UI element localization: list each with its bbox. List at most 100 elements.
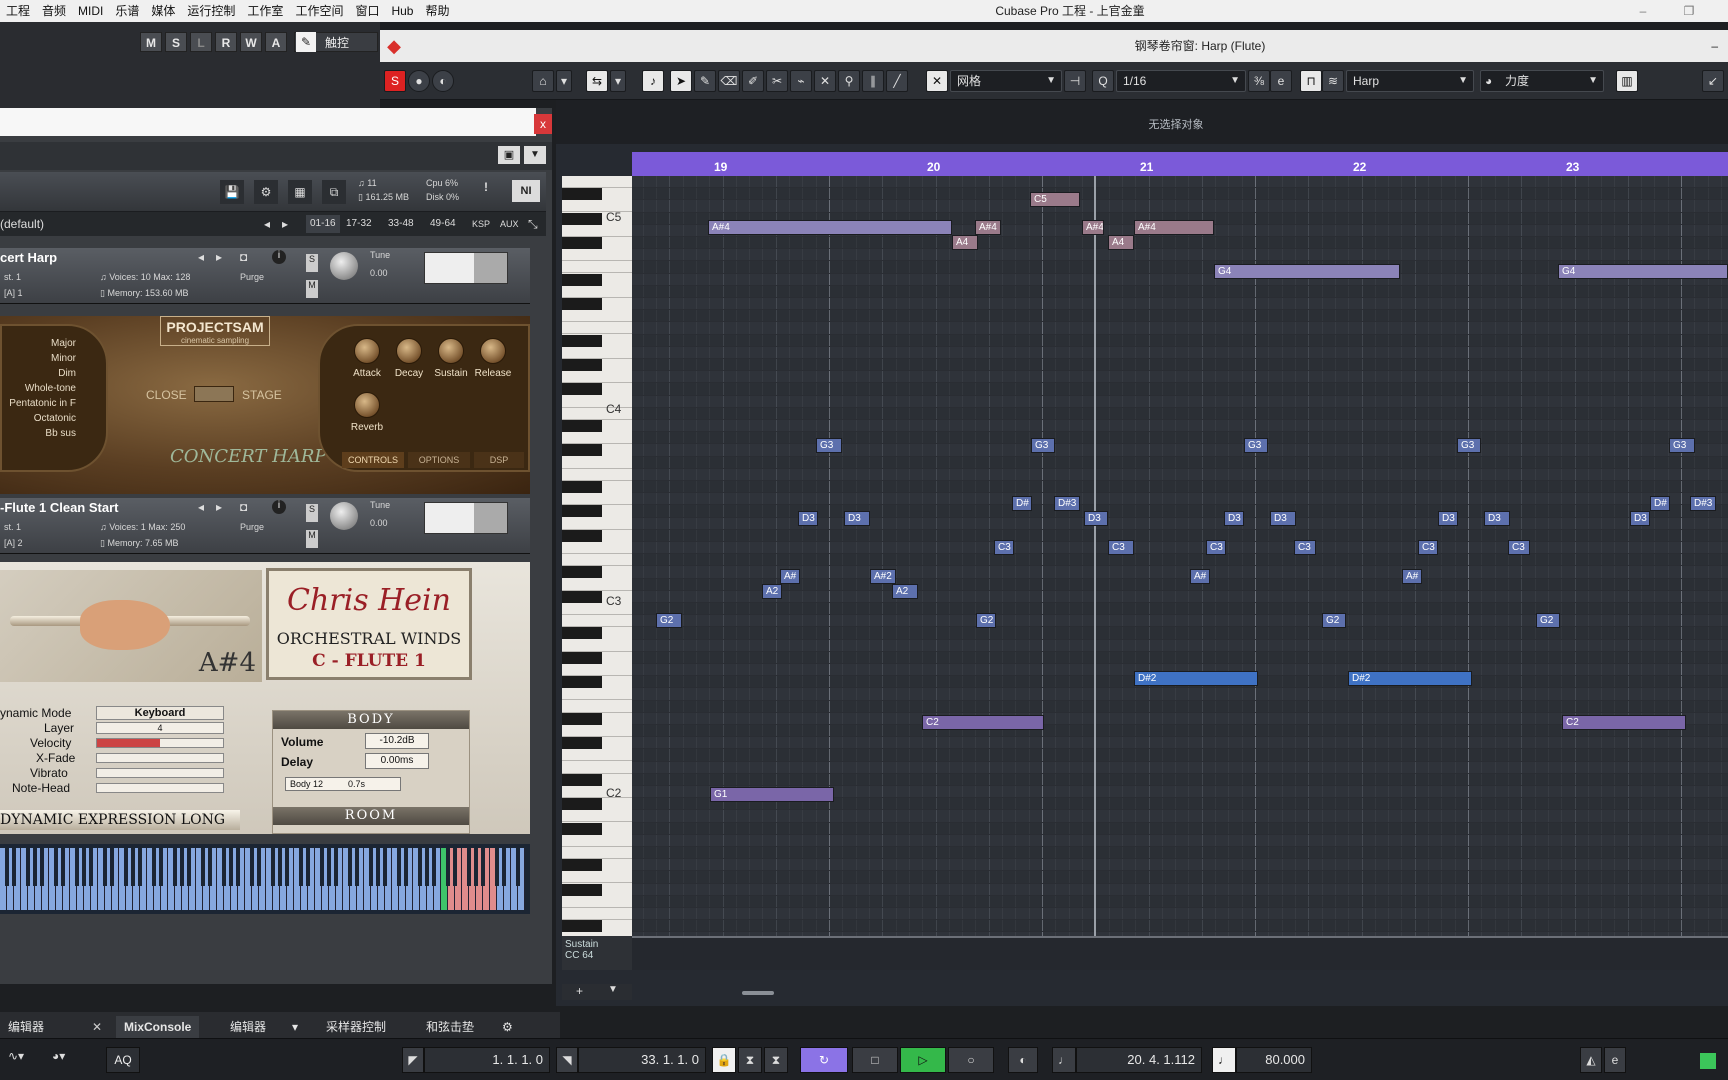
piano-key[interactable] <box>562 920 602 933</box>
tab-sampler-control[interactable]: 采样器控制 <box>318 1016 394 1038</box>
scale-octatonic[interactable]: Octatonic <box>34 413 76 424</box>
kontakt-black-key[interactable] <box>473 848 478 886</box>
kontakt-black-key[interactable] <box>102 848 107 886</box>
velocity-slider[interactable] <box>96 738 224 748</box>
piano-key[interactable] <box>562 286 632 298</box>
kontakt-black-key[interactable] <box>235 848 240 886</box>
piano-key[interactable] <box>562 627 602 640</box>
kontakt-black-key[interactable] <box>501 848 506 886</box>
midi-note[interactable]: A# <box>1402 569 1422 584</box>
drumstick-tool-icon[interactable]: ╱ <box>886 70 908 92</box>
midi-note[interactable]: A# <box>1190 569 1210 584</box>
midi-note[interactable]: G2 <box>976 613 996 628</box>
x-fade-slider[interactable] <box>96 753 224 763</box>
piano-key[interactable] <box>562 725 632 737</box>
keyboard-icon[interactable]: ▥ <box>1616 70 1638 92</box>
midi-note[interactable]: C3 <box>1206 540 1226 555</box>
delay-field[interactable]: 0.00ms <box>365 753 429 769</box>
piano-key[interactable] <box>562 396 632 408</box>
purge-select[interactable]: Purge <box>240 522 264 532</box>
midi-note[interactable]: A#4 <box>708 220 952 235</box>
kontakt-black-key[interactable] <box>179 848 184 886</box>
prev-icon[interactable]: ◂ <box>198 250 204 264</box>
scale-dim[interactable]: Dim <box>58 368 76 379</box>
menu-studio[interactable]: 工作室 <box>241 0 289 22</box>
piano-key[interactable] <box>562 493 632 506</box>
punch-out-icon[interactable]: ⧗ <box>764 1047 788 1073</box>
midi-note[interactable]: A2 <box>762 584 782 599</box>
output-select[interactable]: st. 1 <box>4 272 21 282</box>
menu-project[interactable]: 工程 <box>0 0 36 22</box>
piano-key[interactable] <box>562 529 602 542</box>
piano-key[interactable] <box>562 542 632 554</box>
midi-note[interactable]: C3 <box>1108 540 1134 555</box>
midi-note[interactable]: D3 <box>1630 511 1650 526</box>
menu-transport[interactable]: 运行控制 <box>181 0 241 22</box>
close-icon[interactable]: ✕ <box>84 1016 110 1038</box>
auto-quantize-button[interactable]: AQ <box>106 1047 140 1073</box>
kontakt-black-key[interactable] <box>305 848 310 886</box>
piano-key[interactable] <box>562 518 632 530</box>
palette-icon[interactable]: ◕▾ <box>52 1049 65 1063</box>
zoom-tool-icon[interactable]: ⚲ <box>838 70 860 92</box>
speaker-icon[interactable]: ♪ <box>642 70 664 92</box>
kontakt-black-key[interactable] <box>466 848 471 886</box>
midi-note[interactable]: A4 <box>952 235 978 250</box>
piano-key[interactable] <box>562 457 632 469</box>
kontakt-black-key[interactable] <box>480 848 485 886</box>
midi-note[interactable]: C3 <box>994 540 1014 555</box>
kontakt-black-key[interactable] <box>130 848 135 886</box>
midi-note[interactable]: G3 <box>1669 438 1695 453</box>
attack-knob[interactable] <box>354 338 380 364</box>
piano-key[interactable] <box>562 883 602 896</box>
kontakt-black-key[interactable] <box>270 848 275 886</box>
piano-key[interactable] <box>562 908 632 920</box>
midi-note[interactable]: C5 <box>1030 192 1080 207</box>
tab-options[interactable]: OPTIONS <box>408 452 470 468</box>
minimize-icon[interactable]: – <box>1711 30 1718 62</box>
piano-key[interactable] <box>562 566 602 579</box>
piano-key[interactable] <box>562 676 602 689</box>
midi-note[interactable]: D3 <box>1084 511 1108 526</box>
right-locator-field[interactable]: 33. 1. 1. 0 <box>578 1047 706 1073</box>
snap-icon[interactable]: ✕ <box>926 70 948 92</box>
menu-media[interactable]: 媒体 <box>145 0 181 22</box>
piano-key[interactable] <box>562 408 632 420</box>
add-lane-icon[interactable]: + <box>576 984 583 998</box>
midi-note[interactable]: A2 <box>892 584 918 599</box>
midi-channel-select[interactable]: [A] 2 <box>4 538 23 548</box>
close-icon[interactable]: x <box>534 114 552 134</box>
kontakt-keyboard[interactable] <box>0 844 530 914</box>
piano-key[interactable] <box>562 273 602 286</box>
piano-key[interactable] <box>562 188 602 201</box>
kontakt-black-key[interactable] <box>431 848 436 886</box>
erase-tool-icon[interactable]: ⌫ <box>718 70 740 92</box>
piano-key[interactable] <box>562 640 632 652</box>
piano-key[interactable] <box>562 859 602 872</box>
piano-key[interactable] <box>562 822 602 835</box>
decay-knob[interactable] <box>396 338 422 364</box>
menu-help[interactable]: 帮助 <box>419 0 455 22</box>
tune-knob[interactable] <box>330 252 358 280</box>
tab-editor[interactable]: 编辑器 <box>0 1016 52 1038</box>
cc-lane-label[interactable]: Sustain CC 64 <box>562 936 632 970</box>
quantize-select[interactable]: 1/16 ▼ <box>1116 70 1246 92</box>
piano-key[interactable] <box>562 200 632 213</box>
gear-icon[interactable]: ⚙ <box>494 1016 521 1038</box>
midi-note[interactable]: D# <box>1012 496 1032 511</box>
kontakt-black-key[interactable] <box>53 848 58 886</box>
position-field[interactable]: 20. 4. 1.112 <box>1076 1047 1202 1073</box>
piano-key[interactable] <box>562 835 632 847</box>
cycle-button[interactable]: ↻ <box>800 1047 848 1073</box>
kontakt-black-key[interactable] <box>354 848 359 886</box>
controller-select[interactable]: ◕ 力度 ▼ <box>1480 70 1604 92</box>
restore-icon[interactable]: ❐ <box>1676 0 1702 22</box>
lock-icon[interactable]: 🔒 <box>712 1047 736 1073</box>
piano-key[interactable] <box>562 664 632 676</box>
read-button[interactable]: R <box>215 32 237 52</box>
left-locator-icon[interactable]: ◤ <box>402 1047 424 1073</box>
menu-hub[interactable]: Hub <box>385 0 419 22</box>
kontakt-black-key[interactable] <box>207 848 212 886</box>
piano-key[interactable] <box>562 249 632 262</box>
piano-key[interactable] <box>562 469 632 481</box>
